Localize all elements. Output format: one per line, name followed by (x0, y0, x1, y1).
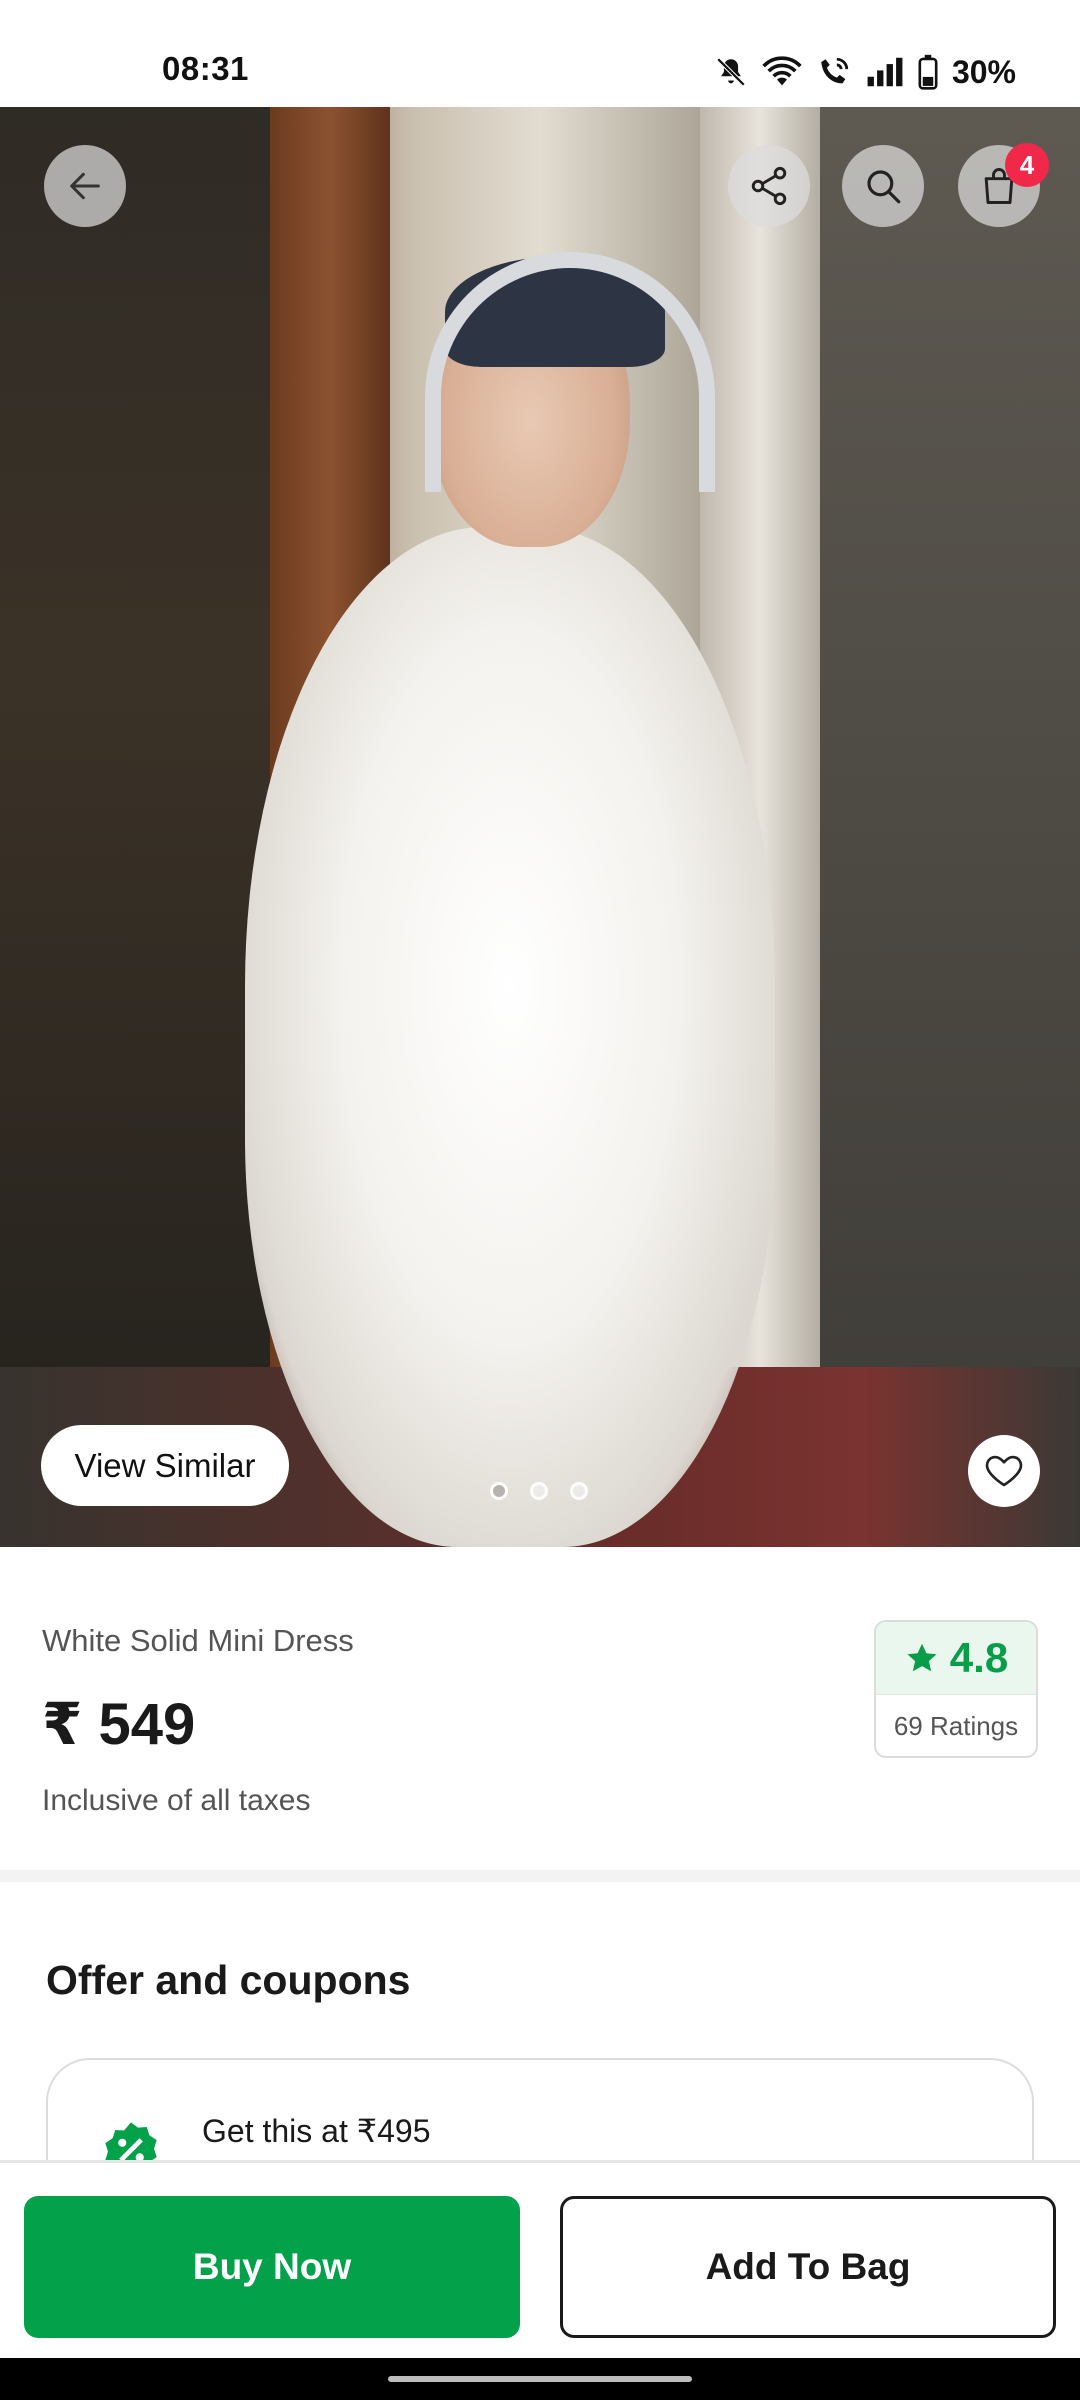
pager-dot[interactable] (530, 1482, 548, 1500)
status-time: 08:31 (162, 50, 249, 87)
star-icon (907, 1643, 937, 1672)
section-divider (0, 1870, 1080, 1882)
product-price: ₹ 549 (42, 1692, 196, 1757)
pager-dot[interactable] (490, 1482, 508, 1500)
system-navigation-bar (0, 2358, 1080, 2400)
product-name: White Solid Mini Dress (42, 1623, 354, 1658)
status-icons: 30% (714, 52, 1016, 92)
add-to-bag-button[interactable]: Add To Bag (560, 2196, 1056, 2338)
home-indicator[interactable] (388, 2376, 692, 2382)
bottom-action-bar: Buy Now Add To Bag (0, 2160, 1080, 2358)
pager-dot[interactable] (570, 1482, 588, 1500)
rating-count: 69 Ratings (876, 1694, 1036, 1756)
search-button[interactable] (842, 145, 924, 227)
product-image-gallery[interactable] (0, 107, 1080, 1547)
image-pager-dots (490, 1482, 588, 1500)
heart-icon (985, 1455, 1023, 1487)
wifi-call-icon (821, 57, 849, 84)
rating-card[interactable]: 4.8 69 Ratings (874, 1620, 1038, 1758)
battery-icon (918, 54, 938, 90)
signal-icon (867, 57, 903, 87)
rating-summary: 4.8 (876, 1622, 1036, 1694)
rating-value: 4.8 (949, 1634, 1009, 1681)
offers-section-title: Offer and coupons (46, 1957, 411, 2003)
buy-now-button[interactable]: Buy Now (24, 2196, 520, 2338)
mute-icon (716, 57, 746, 87)
back-arrow-icon (70, 172, 100, 200)
image-background (820, 107, 1080, 1547)
search-icon (867, 170, 901, 204)
view-similar-button[interactable]: View Similar (41, 1425, 289, 1506)
back-button[interactable] (44, 145, 126, 227)
product-photo-dress (245, 527, 775, 1547)
image-background (0, 107, 270, 1547)
share-button[interactable] (728, 145, 810, 227)
bag-count-badge: 4 (1005, 143, 1049, 187)
status-bar: 08:31 30% (0, 0, 1080, 107)
battery-percentage: 30% (951, 53, 1016, 90)
wifi-icon (762, 56, 802, 86)
share-icon (751, 166, 787, 206)
wishlist-button[interactable] (968, 1435, 1040, 1507)
tax-note: Inclusive of all taxes (42, 1784, 311, 1817)
coupon-text: Get this at ₹495 (202, 2113, 431, 2149)
